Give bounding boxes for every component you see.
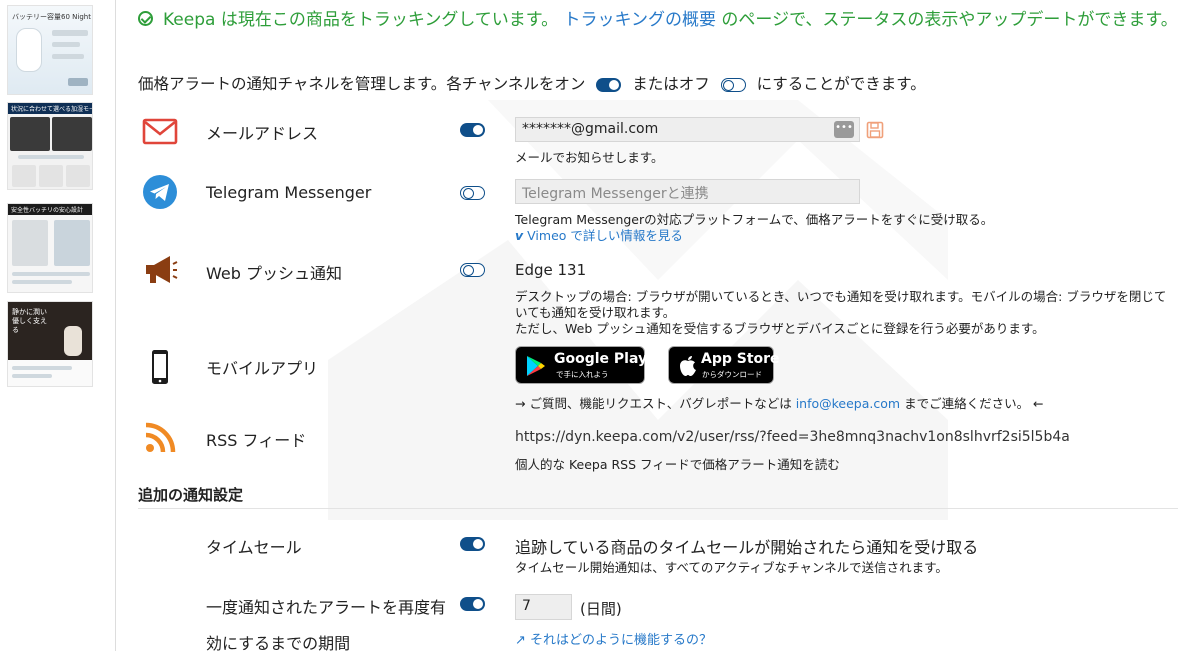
webpush-note-1: デスクトップの場合: ブラウザが開いているとき、いつでも通知を受け取れます。モバ… (515, 289, 1167, 304)
telegram-connect-input[interactable]: Telegram Messengerと連携 (515, 179, 860, 204)
webpush-note-3: ただし、Web プッシュ通知を受信するブラウザとデバイスごとに登録を行う必要があ… (515, 321, 1045, 336)
rss-feed-label: RSS フィード (206, 431, 307, 450)
timesale-note: タイムセール開始通知は、すべてのアクティブなチャンネルで送信されます。 (515, 560, 948, 575)
app-store-button[interactable]: App Store からダウンロード (668, 346, 780, 384)
save-floppy-icon[interactable] (866, 121, 884, 139)
mobile-app-label: モバイルアプリ (206, 359, 319, 378)
vimeo-info-link[interactable]: Vimeo で詳しい情報を見る (527, 228, 683, 243)
google-play-label: Google Play (554, 351, 648, 367)
apple-icon (680, 356, 696, 376)
rss-feed-url[interactable]: https://dyn.keepa.com/v2/user/rss/?feed=… (515, 429, 1070, 445)
google-play-sublabel: で手に入れよう (556, 370, 609, 379)
how-it-works-link[interactable]: それはどのように機能するの？ (530, 633, 712, 648)
thumbnail-3-caption: 安全性バッチリの安心設計 (8, 204, 92, 215)
tracking-overview-link[interactable]: トラッキングの概要 (564, 10, 717, 30)
vimeo-link-row: v Vimeo で詳しい情報を見る (515, 228, 683, 244)
telegram-channel-toggle[interactable] (460, 186, 485, 200)
check-circle-icon (138, 11, 153, 26)
external-link-icon: ↗ (515, 633, 526, 648)
additional-settings-title: 追加の通知設定 (138, 486, 244, 504)
email-channel-toggle[interactable] (460, 123, 485, 137)
thumbnail-2-caption: 状況に合わせて選べる加湿モード (8, 103, 92, 114)
intro-text-2: またはオフ (632, 75, 710, 93)
app-store-label: App Store (701, 351, 780, 367)
timesale-description: 追跡している商品のタイムセールが開始されたら通知を受け取る (515, 538, 979, 557)
email-envelope-icon (142, 118, 178, 145)
intro-text-3: にすることができます。 (756, 75, 926, 93)
contact-row: → ご質問、機能リクエスト、バグレポートなどは info@keepa.com ま… (515, 396, 1044, 412)
vimeo-icon: v (515, 228, 524, 243)
rss-feed-icon (145, 422, 176, 453)
reenable-label-line2: 効にするまでの期間 (206, 634, 351, 651)
app-store-sublabel: からダウンロード (702, 370, 762, 379)
channels-intro: 価格アラートの通知チャネルを管理します。各チャンネルをオン またはオフ にするこ… (138, 72, 926, 94)
webpush-note-2: いても通知を受け取れます。 (515, 305, 676, 320)
toggle-on-example-icon (596, 77, 622, 92)
mobile-phone-icon (152, 350, 168, 384)
reenable-label-line1: 一度通知されたアラートを再度有 (206, 598, 447, 617)
tracking-status-banner: Keepa は現在この商品をトラッキングしています。 トラッキングの概要 のペー… (138, 8, 1178, 32)
product-thumbnail-1[interactable]: バッテリー容量60 Night (7, 5, 93, 95)
rss-note: 個人的な Keepa RSS フィードで価格アラート通知を読む (515, 457, 840, 472)
intro-text-1: 価格アラートの通知チャネルを管理します。各チャンネルをオン (138, 75, 586, 93)
email-note: メールでお知らせします。 (515, 150, 664, 165)
reenable-help-row: ↗ それはどのように機能するの？ (515, 633, 712, 649)
google-play-button[interactable]: Google Play で手に入れよう (515, 346, 648, 384)
tracking-status-suffix: のページで、ステータスの表示やアップデートができます。 (716, 10, 1178, 30)
contact-email-link[interactable]: info@keepa.com (796, 396, 900, 411)
contact-prefix: → ご質問、機能リクエスト、バグレポートなどは (515, 396, 792, 411)
thumbnail-1-caption: バッテリー容量60 Night (12, 13, 91, 21)
section-divider (138, 508, 1178, 509)
reenable-toggle[interactable] (460, 597, 485, 611)
product-thumbnail-strip: バッテリー容量60 Night 状況に合わせて選べる加湿モード 安全性バッチリの… (0, 0, 116, 651)
email-field-value: *******@gmail.com (522, 121, 659, 137)
reenable-unit: (日間) (580, 600, 622, 618)
product-thumbnail-2[interactable]: 状況に合わせて選べる加湿モード (7, 102, 93, 190)
tracking-status-text: Keepa は現在この商品をトラッキングしています。 (163, 10, 559, 30)
email-channel-label: メールアドレス (206, 124, 319, 143)
thumbnail-4-caption: 静かに潤い優しく支える (12, 308, 47, 334)
product-thumbnail-4[interactable]: 静かに潤い優しく支える (7, 301, 93, 387)
toggle-off-example-icon (720, 77, 746, 92)
google-play-icon (527, 356, 545, 376)
password-manager-icon[interactable]: ••• (834, 121, 854, 138)
megaphone-icon (146, 256, 178, 283)
webpush-channel-toggle[interactable] (460, 263, 485, 277)
telegram-icon (143, 175, 177, 209)
webpush-browser-name: Edge 131 (515, 261, 587, 279)
contact-suffix: までご連絡ください。 ← (904, 396, 1044, 411)
reenable-days-input[interactable]: 7 (515, 594, 572, 620)
product-thumbnail-3[interactable]: 安全性バッチリの安心設計 (7, 203, 93, 293)
telegram-channel-label: Telegram Messenger (206, 183, 372, 202)
timesale-label: タイムセール (206, 538, 302, 557)
telegram-note: Telegram Messengerの対応プラットフォームで、価格アラートをすぐ… (515, 212, 994, 227)
email-field[interactable]: *******@gmail.com ••• (515, 117, 860, 142)
timesale-toggle[interactable] (460, 537, 485, 551)
webpush-channel-label: Web プッシュ通知 (206, 264, 342, 283)
